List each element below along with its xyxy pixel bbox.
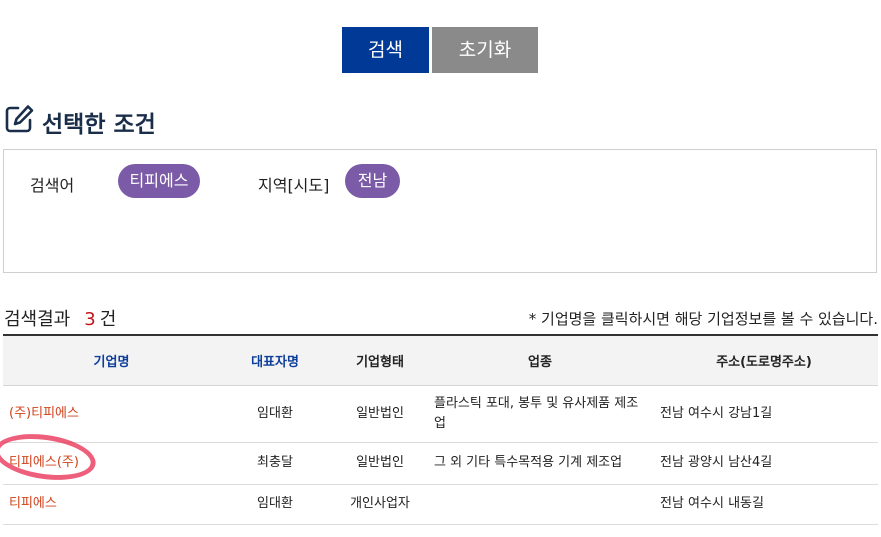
- col-address: 주소(도로명주소): [650, 334, 878, 386]
- address-cell: 전남 여수시 강남1길: [650, 385, 878, 443]
- region-label: 지역[시도]: [258, 176, 330, 195]
- col-ceo[interactable]: 대표자명: [220, 334, 330, 386]
- company-type-cell: 개인사업자: [330, 484, 430, 525]
- company-type-cell: 일반법인: [330, 442, 430, 485]
- ceo-cell: 임대환: [220, 385, 330, 443]
- col-industry: 업종: [430, 334, 650, 386]
- company-type-cell: 일반법인: [330, 385, 430, 443]
- col-company-type: 기업형태: [330, 334, 430, 386]
- table-row: 티피에스 임대환 개인사업자 전남 여수시 내동길: [3, 484, 878, 525]
- keyword-label: 검색어: [30, 176, 75, 195]
- selected-conditions-title: 선택한 조건: [4, 104, 156, 140]
- conditions-panel: 검색어 티피에스 지역[시도] 전남: [3, 149, 877, 273]
- col-company-name[interactable]: 기업명: [3, 334, 220, 386]
- keyword-chip[interactable]: 티피에스: [118, 164, 200, 198]
- result-unit: 건: [99, 309, 117, 330]
- result-table: 기업명 대표자명 기업형태 업종 주소(도로명주소) (주)티피에스 임대환 일…: [3, 334, 878, 525]
- address-cell: 전남 여수시 내동길: [650, 484, 878, 525]
- company-name-link[interactable]: 티피에스: [3, 484, 220, 525]
- address-cell: 전남 광양시 남산4길: [650, 442, 878, 485]
- ceo-cell: 임대환: [220, 484, 330, 525]
- result-notice: * 기업명을 클릭하시면 해당 기업정보를 볼 수 있습니다.: [528, 310, 878, 328]
- table-row: 티피에스(주) 최충달 일반법인 그 외 기타 특수목적용 기계 제조업 전남 …: [3, 442, 878, 485]
- ceo-cell: 최충달: [220, 442, 330, 485]
- table-row: (주)티피에스 임대환 일반법인 플라스틱 포대, 봉투 및 유사제품 제조업 …: [3, 385, 878, 443]
- result-summary: 검색결과 3 건: [4, 305, 116, 331]
- reset-button[interactable]: 초기화: [432, 27, 538, 73]
- result-count: 3: [84, 309, 96, 330]
- table-header-row: 기업명 대표자명 기업형태 업종 주소(도로명주소): [3, 334, 878, 386]
- edit-icon: [4, 104, 42, 140]
- industry-cell: 그 외 기타 특수목적용 기계 제조업: [430, 442, 650, 485]
- industry-cell: [430, 484, 650, 525]
- industry-cell: 플라스틱 포대, 봉투 및 유사제품 제조업: [430, 385, 650, 443]
- result-label: 검색결과: [4, 309, 71, 330]
- section-title-text: 선택한 조건: [42, 112, 156, 138]
- search-button[interactable]: 검색: [342, 27, 429, 73]
- region-chip[interactable]: 전남: [345, 164, 400, 198]
